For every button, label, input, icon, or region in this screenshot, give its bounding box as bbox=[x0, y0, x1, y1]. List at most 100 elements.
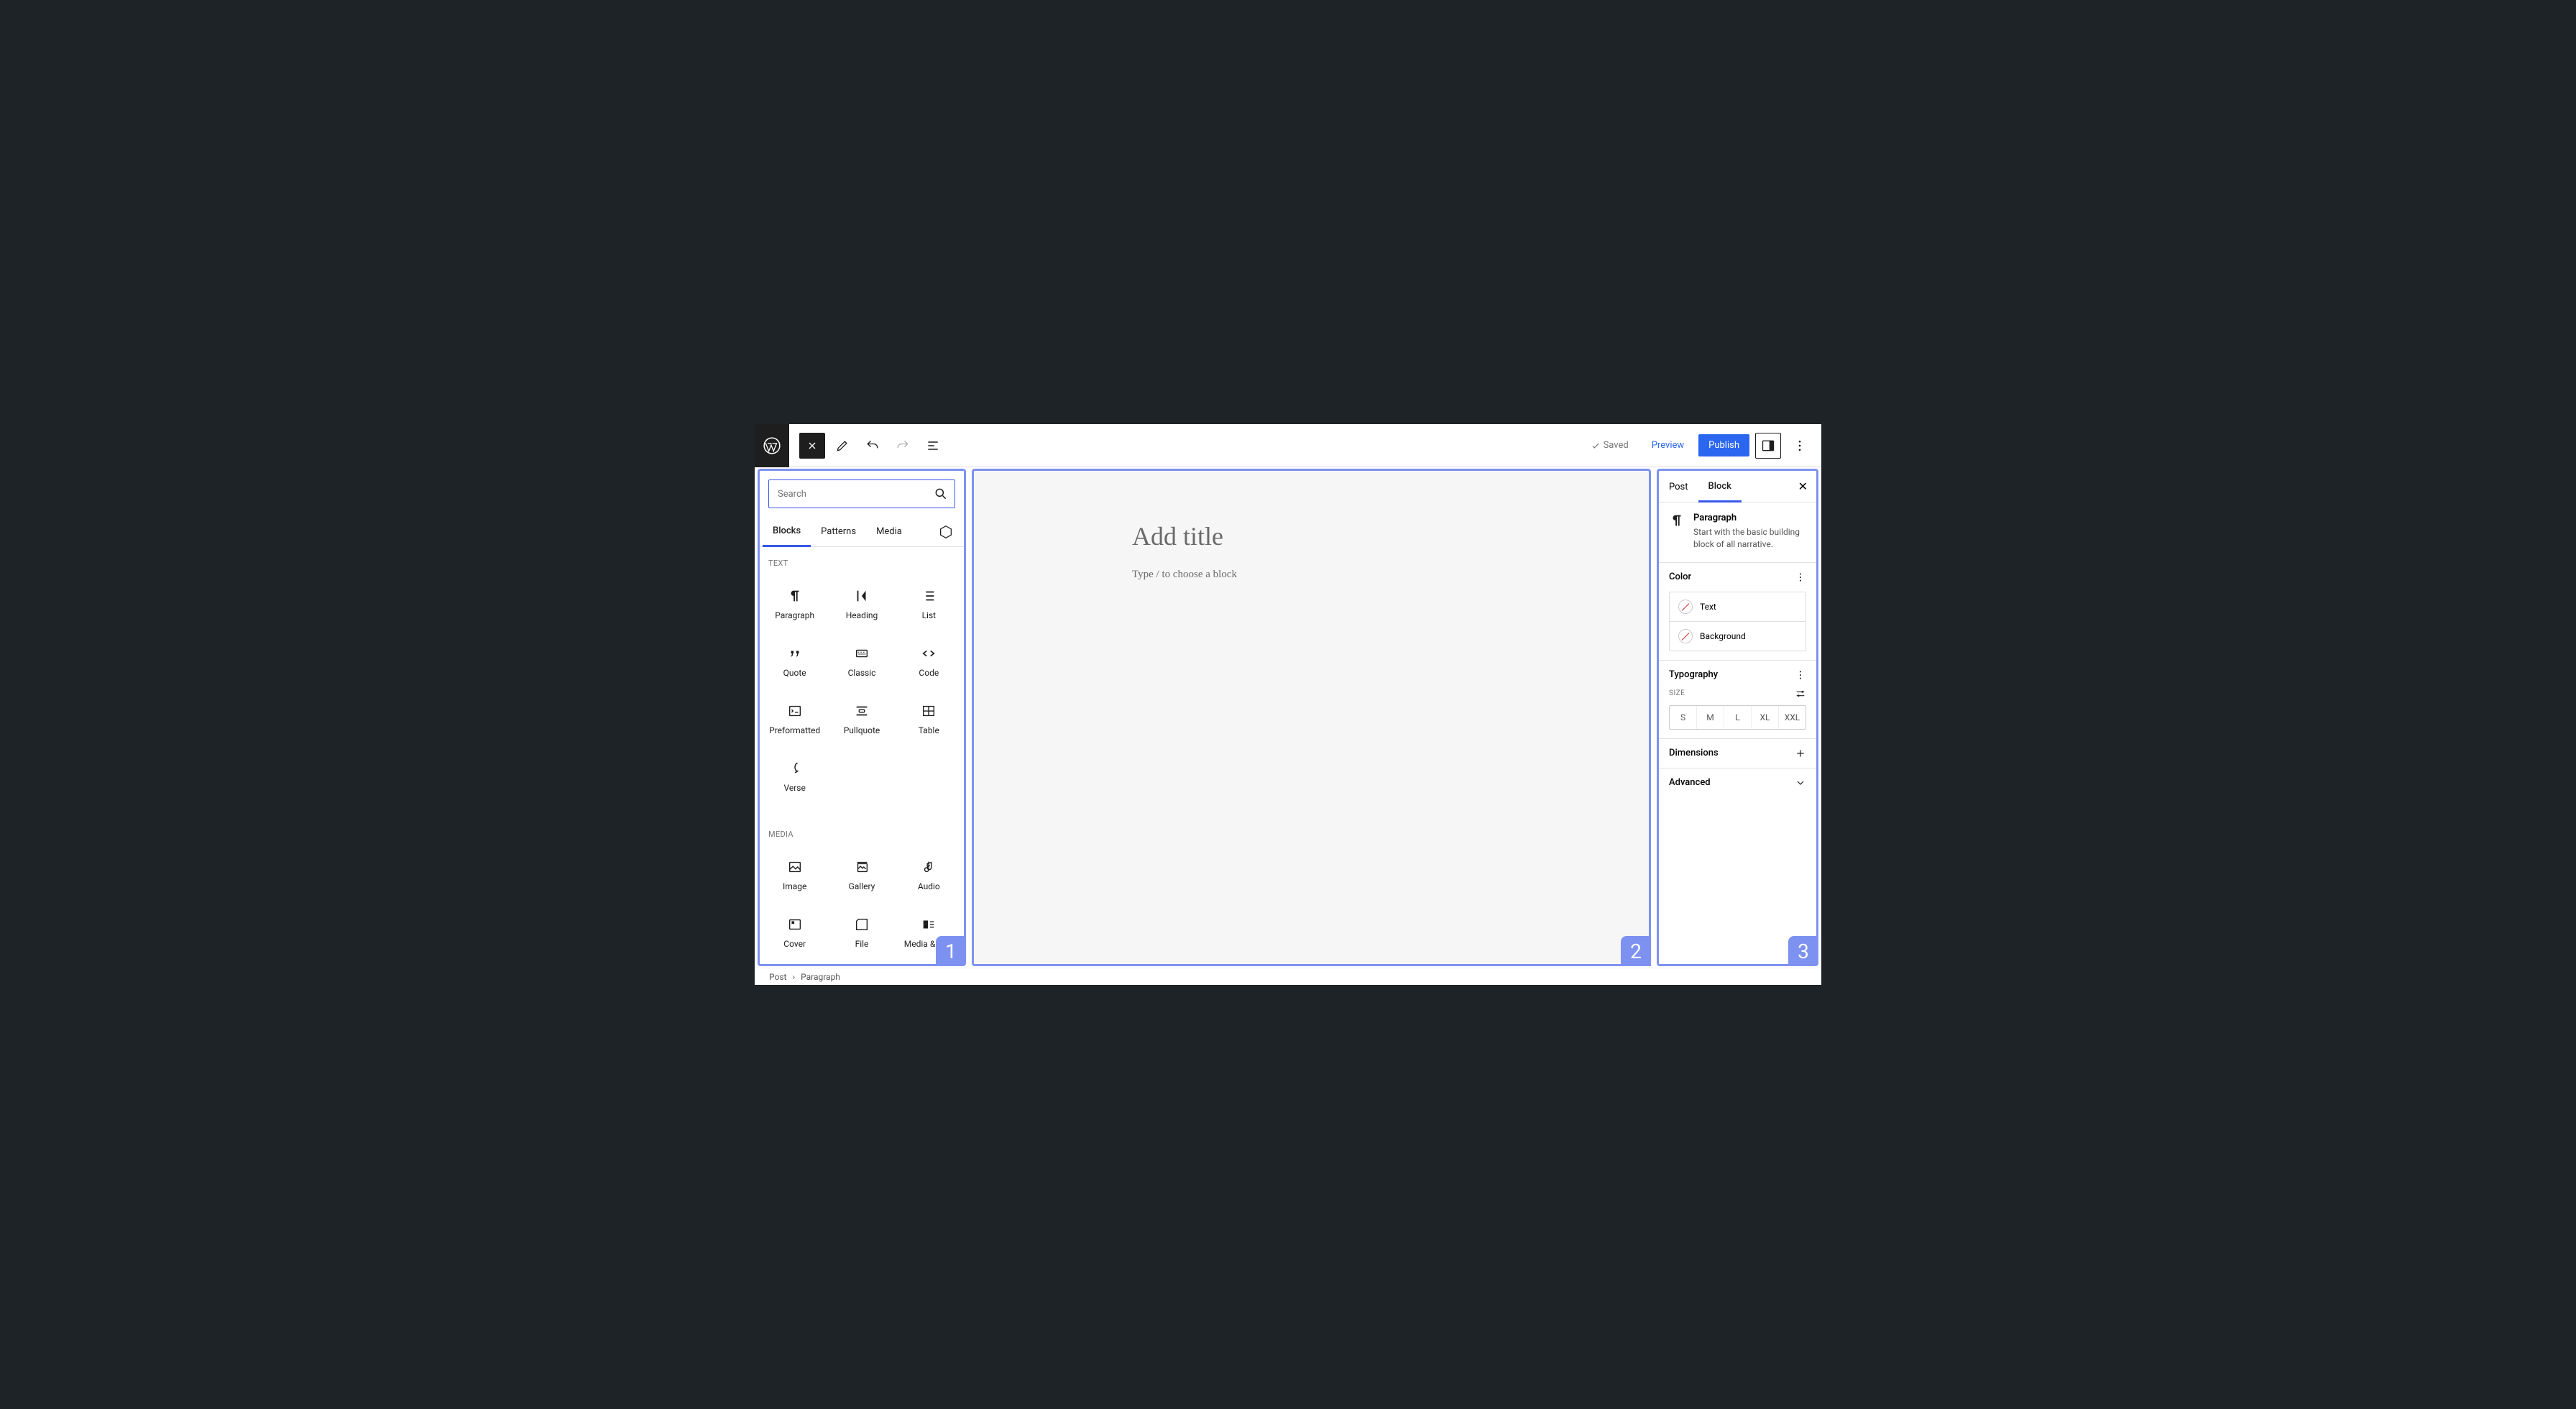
media-block-grid: Image Gallery Audio Cover File Media & T… bbox=[760, 843, 964, 950]
settings-panel: Post Block ✕ Paragraph Start with the ba… bbox=[1657, 469, 1818, 966]
category-media: MEDIA bbox=[760, 818, 964, 843]
search-icon bbox=[934, 487, 948, 501]
block-verse[interactable]: Verse bbox=[763, 749, 827, 804]
preformatted-icon bbox=[786, 702, 804, 720]
swatch-none-icon bbox=[1678, 629, 1693, 643]
close-inserter-button[interactable] bbox=[799, 433, 825, 459]
swatch-none-icon bbox=[1678, 600, 1693, 614]
body-placeholder[interactable]: Type / to choose a block bbox=[1132, 569, 1649, 581]
inserter-tabs: Blocks Patterns Media bbox=[760, 517, 964, 547]
block-list[interactable]: List bbox=[897, 577, 961, 631]
color-panel: Color Text Background bbox=[1659, 563, 1816, 661]
redo-icon[interactable] bbox=[890, 433, 916, 459]
media-text-icon bbox=[920, 916, 937, 933]
file-icon bbox=[853, 916, 870, 933]
image-icon bbox=[786, 858, 804, 876]
block-gallery[interactable]: Gallery bbox=[829, 848, 893, 902]
tab-blocks[interactable]: Blocks bbox=[763, 517, 811, 547]
top-toolbar: Saved Preview Publish bbox=[755, 424, 1821, 467]
breadcrumb: Post › Paragraph bbox=[755, 968, 1821, 985]
breadcrumb-post[interactable]: Post bbox=[769, 972, 786, 982]
editor-canvas[interactable]: Add title Type / to choose a block 2 bbox=[972, 469, 1651, 966]
typography-options-icon[interactable] bbox=[1795, 669, 1806, 681]
publish-button[interactable]: Publish bbox=[1698, 434, 1749, 456]
tab-patterns[interactable]: Patterns bbox=[811, 518, 866, 546]
paragraph-icon bbox=[786, 587, 804, 605]
wp-logo-button[interactable] bbox=[755, 424, 789, 467]
edit-tool-icon[interactable] bbox=[829, 433, 855, 459]
tab-post[interactable]: Post bbox=[1659, 472, 1698, 501]
title-placeholder[interactable]: Add title bbox=[1132, 521, 1649, 551]
text-block-grid: Paragraph Heading List Quote Classic Cod… bbox=[760, 572, 964, 818]
document-overview-icon[interactable] bbox=[920, 433, 946, 459]
size-button-group: S M L XL XXL bbox=[1669, 705, 1806, 730]
block-image[interactable]: Image bbox=[763, 848, 827, 902]
dimensions-panel[interactable]: Dimensions bbox=[1659, 739, 1816, 768]
typography-label: Typography bbox=[1669, 669, 1718, 680]
plus-icon bbox=[1795, 748, 1806, 759]
block-paragraph[interactable]: Paragraph bbox=[763, 577, 827, 631]
block-summary: Paragraph Start with the basic building … bbox=[1659, 502, 1816, 563]
inserter-panel: Blocks Patterns Media TEXT Paragraph Hea… bbox=[758, 469, 966, 966]
block-name: Paragraph bbox=[1693, 513, 1806, 523]
block-preformatted[interactable]: Preformatted bbox=[763, 692, 827, 746]
tool-group-right: Saved Preview Publish bbox=[1582, 433, 1821, 459]
breadcrumb-paragraph[interactable]: Paragraph bbox=[801, 972, 840, 982]
color-options-icon[interactable] bbox=[1795, 572, 1806, 583]
editor-window: Saved Preview Publish Blocks Patte bbox=[755, 424, 1821, 985]
size-l[interactable]: L bbox=[1724, 706, 1751, 729]
block-file[interactable]: File bbox=[829, 905, 893, 950]
verse-icon bbox=[786, 760, 804, 777]
list-icon bbox=[920, 587, 937, 605]
typography-panel: Typography SIZE S M L XL XXL bbox=[1659, 661, 1816, 739]
category-text: TEXT bbox=[760, 547, 964, 572]
block-classic[interactable]: Classic bbox=[829, 634, 893, 689]
block-heading[interactable]: Heading bbox=[829, 577, 893, 631]
chevron-down-icon bbox=[1795, 777, 1806, 789]
paragraph-icon bbox=[1669, 513, 1685, 551]
cover-icon bbox=[786, 916, 804, 933]
region-badge-1: 1 bbox=[936, 936, 966, 966]
check-icon bbox=[1591, 441, 1601, 451]
block-code[interactable]: Code bbox=[897, 634, 961, 689]
audio-icon bbox=[920, 858, 937, 876]
tab-media[interactable]: Media bbox=[866, 518, 912, 546]
block-table[interactable]: Table bbox=[897, 692, 961, 746]
color-label: Color bbox=[1669, 572, 1691, 582]
size-xl[interactable]: XL bbox=[1751, 706, 1778, 729]
chevron-right-icon: › bbox=[792, 972, 795, 982]
size-xxl[interactable]: XXL bbox=[1778, 706, 1806, 729]
close-settings-icon[interactable]: ✕ bbox=[1790, 479, 1816, 493]
saved-label: Saved bbox=[1604, 440, 1629, 451]
region-badge-2: 2 bbox=[1621, 936, 1651, 966]
search-input[interactable] bbox=[768, 479, 955, 508]
pattern-explorer-icon[interactable] bbox=[931, 518, 961, 546]
gallery-icon bbox=[853, 858, 870, 876]
tool-group-left bbox=[789, 433, 946, 459]
options-kebab-icon[interactable] bbox=[1787, 433, 1813, 459]
code-icon bbox=[920, 645, 937, 662]
color-text-button[interactable]: Text bbox=[1670, 592, 1806, 621]
size-label: SIZE bbox=[1669, 689, 1685, 697]
classic-icon bbox=[853, 645, 870, 662]
advanced-panel[interactable]: Advanced bbox=[1659, 768, 1816, 797]
block-description: Start with the basic building block of a… bbox=[1693, 526, 1806, 551]
block-quote[interactable]: Quote bbox=[763, 634, 827, 689]
color-background-button[interactable]: Background bbox=[1670, 621, 1806, 651]
saved-status: Saved bbox=[1582, 434, 1637, 456]
block-pullquote[interactable]: Pullquote bbox=[829, 692, 893, 746]
region-badge-3: 3 bbox=[1788, 936, 1818, 966]
undo-icon[interactable] bbox=[860, 433, 886, 459]
size-custom-icon[interactable] bbox=[1795, 688, 1806, 699]
preview-button[interactable]: Preview bbox=[1643, 434, 1693, 456]
block-cover[interactable]: Cover bbox=[763, 905, 827, 950]
table-icon bbox=[920, 702, 937, 720]
settings-tabs: Post Block ✕ bbox=[1659, 471, 1816, 502]
tab-block[interactable]: Block bbox=[1698, 471, 1742, 502]
heading-icon bbox=[853, 587, 870, 605]
sidebar-toggle-button[interactable] bbox=[1755, 433, 1781, 459]
quote-icon bbox=[786, 645, 804, 662]
block-audio[interactable]: Audio bbox=[897, 848, 961, 902]
size-s[interactable]: S bbox=[1670, 706, 1696, 729]
size-m[interactable]: M bbox=[1696, 706, 1724, 729]
